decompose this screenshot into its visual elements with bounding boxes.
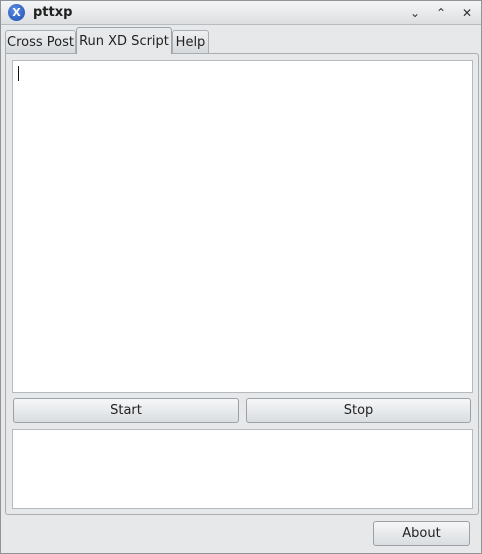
maximize-icon[interactable]: ⌃ [431, 3, 451, 23]
script-panel: Start Stop [5, 53, 479, 515]
output-area[interactable] [12, 429, 473, 509]
text-caret [18, 66, 19, 81]
app-logo-icon: X [8, 4, 25, 21]
title-bar[interactable]: X pttxp ⌄ ⌃ ✕ [1, 1, 481, 25]
script-editor[interactable] [12, 60, 473, 393]
about-button[interactable]: About [373, 521, 470, 546]
window-title: pttxp [33, 5, 73, 20]
close-icon[interactable]: ✕ [457, 3, 477, 23]
tab-bar: Cross Post Run XD Script Help [5, 27, 479, 54]
tab-help[interactable]: Help [172, 30, 209, 53]
minimize-icon[interactable]: ⌄ [405, 3, 425, 23]
tab-cross-post[interactable]: Cross Post [5, 30, 76, 53]
app-window: X pttxp ⌄ ⌃ ✕ Cross Post Run XD Script H… [0, 0, 482, 554]
stop-button[interactable]: Stop [246, 398, 471, 423]
start-button[interactable]: Start [13, 398, 239, 423]
tab-run-xd-script[interactable]: Run XD Script [76, 27, 172, 54]
